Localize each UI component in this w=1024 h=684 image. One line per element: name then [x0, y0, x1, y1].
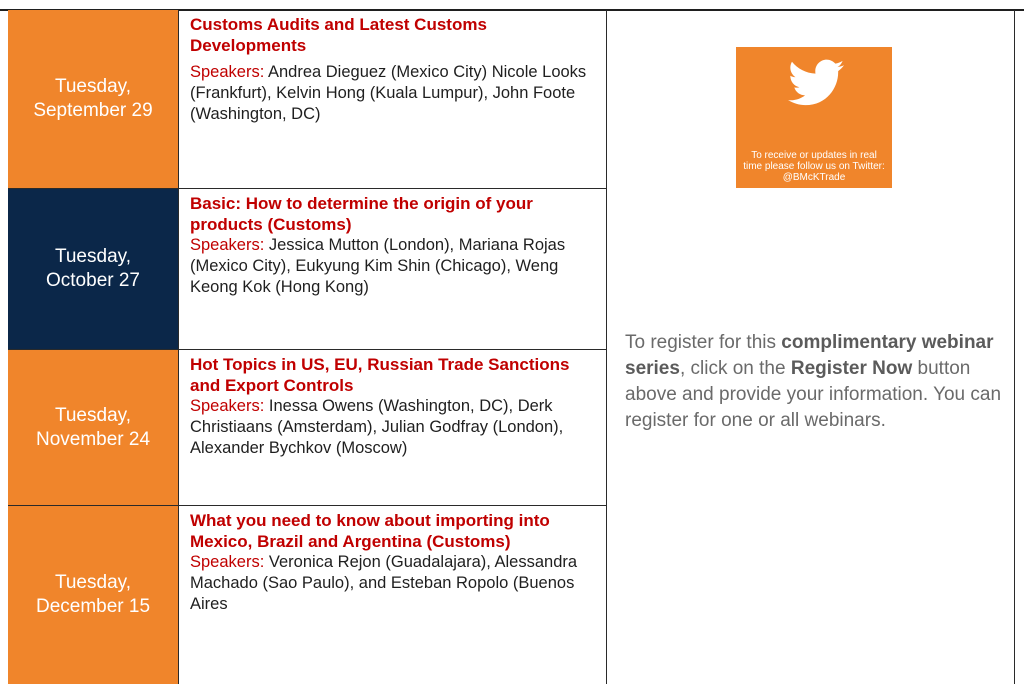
twitter-follow-text: To receive or updates in real time pleas… — [743, 150, 885, 183]
schedule-table: Tuesday, September 29 Customs Audits and… — [8, 10, 1015, 684]
session-date-3: Tuesday, November 24 — [8, 350, 178, 505]
session-date-day: September 29 — [33, 100, 153, 121]
session-speakers: Speakers: Veronica Rejon (Guadalajara), … — [190, 552, 596, 615]
twitter-bird-icon — [788, 59, 844, 106]
session-title: Hot Topics in US, EU, Russian Trade Sanc… — [190, 355, 570, 395]
session-date-day: October 27 — [46, 270, 140, 291]
register-now-reference: Register Now — [790, 358, 913, 379]
session-speakers: Speakers: Jessica Mutton (London), Maria… — [190, 235, 596, 298]
speakers-label: Speakers: — [190, 397, 265, 415]
sidebar-column: To receive or updates in real time pleas… — [608, 10, 1015, 684]
speakers-label: Speakers: — [190, 63, 265, 81]
twitter-follow-banner[interactable]: To receive or updates in real time pleas… — [736, 47, 892, 188]
speakers-label: Speakers: — [190, 553, 265, 571]
session-details-1: Customs Audits and Latest Customs Develo… — [178, 10, 607, 188]
session-title: Basic: How to determine the origin of yo… — [190, 194, 533, 234]
session-speakers: Speakers: Inessa Owens (Washington, DC),… — [190, 396, 596, 459]
session-date-weekday: Tuesday, — [54, 572, 132, 593]
session-date-day: December 15 — [35, 596, 151, 617]
session-date-weekday: Tuesday, — [54, 76, 132, 97]
session-details-3: Hot Topics in US, EU, Russian Trade Sanc… — [178, 350, 607, 505]
session-row-4: Tuesday, December 15 What you need to kn… — [8, 506, 607, 684]
register-text-1: To register for this — [625, 332, 782, 353]
session-date-2: Tuesday, October 27 — [8, 189, 178, 349]
register-instructions: To register for this complimentary webin… — [625, 330, 1003, 434]
session-date-1: Tuesday, September 29 — [8, 10, 178, 188]
webinar-schedule-page: Tuesday, September 29 Customs Audits and… — [0, 0, 1024, 684]
session-row-1: Tuesday, September 29 Customs Audits and… — [8, 10, 607, 189]
speakers-label: Speakers: — [190, 236, 265, 254]
session-date-weekday: Tuesday, — [54, 404, 132, 426]
session-date-4: Tuesday, December 15 — [8, 506, 178, 684]
session-title: Customs Audits and Latest Customs Develo… — [190, 15, 487, 55]
session-date-day: November 24 — [35, 428, 151, 450]
session-speakers: Speakers: Andrea Dieguez (Mexico City) N… — [190, 62, 596, 125]
session-row-2: Tuesday, October 27 Basic: How to determ… — [8, 189, 607, 350]
register-text-2: , click on the — [679, 358, 791, 379]
session-date-weekday: Tuesday, — [54, 246, 132, 267]
session-row-3: Tuesday, November 24 Hot Topics in US, E… — [8, 350, 607, 506]
session-title: What you need to know about importing in… — [190, 511, 550, 551]
session-details-2: Basic: How to determine the origin of yo… — [178, 189, 607, 349]
session-details-4: What you need to know about importing in… — [178, 506, 607, 684]
